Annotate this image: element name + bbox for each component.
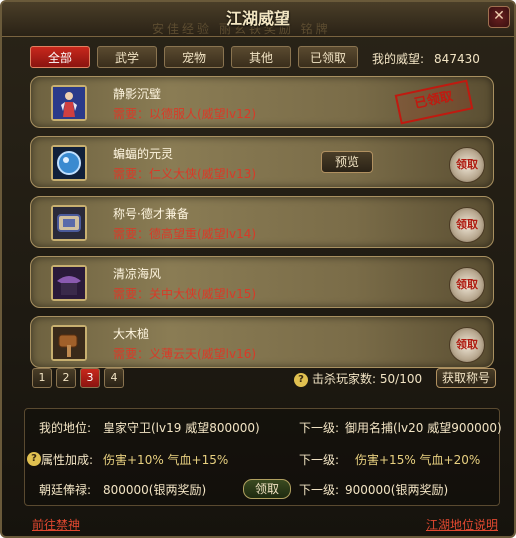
claim-button[interactable]: 领取: [449, 267, 485, 303]
salary-value: 800000(银两奖励): [103, 483, 207, 497]
goto-link[interactable]: 前往禁神: [32, 516, 80, 533]
reward-name: 称号·德才兼备: [113, 207, 189, 221]
page-4-button[interactable]: 4: [104, 368, 124, 388]
next-salary-value: 900000(银两奖励): [345, 483, 449, 497]
close-button[interactable]: ✕: [488, 6, 510, 28]
status-panel: 我的地位: 皇家守卫(lv19 威望800000) 下一级: 御用名捕(lv20…: [24, 408, 502, 506]
scroll-icon: [51, 205, 87, 241]
kill-count-label: 击杀玩家数:: [312, 372, 377, 386]
tab-martial[interactable]: 武学: [97, 46, 157, 68]
kill-count: ? 击杀玩家数: 50/100: [294, 370, 422, 387]
tab-all[interactable]: 全部: [30, 46, 90, 68]
prestige-window: 安佳经验 丽玄铁奖励 铭牌 江湖威望 ✕ 全部 武学 宠物 其他 已领取 我的威…: [0, 0, 516, 538]
claimed-stamp: 已领取: [394, 79, 474, 125]
attr-value: 伤害+10% 气血+15%: [103, 453, 229, 467]
prestige-value: 847430: [434, 52, 480, 66]
prestige-label: 我的威望:: [372, 52, 425, 66]
get-title-button[interactable]: 获取称号: [436, 368, 496, 388]
my-prestige: 我的威望: 847430: [372, 50, 480, 67]
next-salary-label: 下一级:: [299, 483, 340, 497]
page-1-button[interactable]: 1: [32, 368, 52, 388]
reward-row: 静影沉璧 需要：以德服人(威望lv12) 已领取: [30, 76, 494, 128]
preview-button[interactable]: 预览: [321, 151, 373, 173]
claim-button[interactable]: 领取: [449, 327, 485, 363]
tab-pets[interactable]: 宠物: [164, 46, 224, 68]
my-rank-label: 我的地位:: [39, 421, 92, 435]
window-title: 江湖威望: [225, 9, 290, 28]
reward-name: 清凉海风: [113, 267, 162, 281]
claim-button[interactable]: 领取: [449, 207, 485, 243]
figure-icon: [51, 85, 87, 121]
attr-help-icon[interactable]: ?: [27, 452, 41, 466]
reward-requirement: 需要：以德服人(威望lv12): [113, 107, 257, 121]
next-rank-value: 御用名捕(lv20 威望900000): [345, 421, 502, 435]
salary-label: 朝廷俸禄:: [39, 483, 92, 497]
next-attr-value: 伤害+15% 气血+20%: [355, 453, 481, 467]
kill-count-value: 50/100: [379, 372, 423, 386]
reward-row: 蝙蝠的元灵 需要：仁义大侠(威望lv13) 预览 领取: [30, 136, 494, 188]
tab-claimed[interactable]: 已领取: [298, 46, 358, 68]
reward-name: 大木槌: [113, 327, 150, 341]
tab-other[interactable]: 其他: [231, 46, 291, 68]
page-2-button[interactable]: 2: [56, 368, 76, 388]
reward-row: 称号·德才兼备 需要：德高望重(威望lv14) 领取: [30, 196, 494, 248]
attr-label: 属性加成:: [41, 453, 94, 467]
help-icon[interactable]: ?: [294, 372, 308, 387]
rank-help-link[interactable]: 江湖地位说明: [426, 516, 498, 533]
my-rank-value: 皇家守卫(lv19 威望800000): [103, 421, 260, 435]
next-attr-label: 下一级:: [299, 453, 340, 467]
hat-icon: [51, 265, 87, 301]
reward-row: 清凉海风 需要：关中大侠(威望lv15) 领取: [30, 256, 494, 308]
reward-requirement: 需要：义薄云天(威望lv16): [113, 347, 257, 361]
page-3-button[interactable]: 3: [80, 368, 100, 388]
mallet-icon: [51, 325, 87, 361]
orb-icon: [51, 145, 87, 181]
reward-requirement: 需要：仁义大侠(威望lv13): [113, 167, 257, 181]
reward-requirement: 需要：关中大侠(威望lv15): [113, 287, 257, 301]
reward-name: 静影沉璧: [113, 87, 162, 101]
reward-row: 大木槌 需要：义薄云天(威望lv16) 领取: [30, 316, 494, 368]
claim-salary-button[interactable]: 领取: [243, 479, 291, 499]
reward-name: 蝙蝠的元灵: [113, 147, 174, 161]
claim-button[interactable]: 领取: [449, 147, 485, 183]
reward-requirement: 需要：德高望重(威望lv14): [113, 227, 257, 241]
next-rank-label: 下一级:: [299, 421, 340, 435]
